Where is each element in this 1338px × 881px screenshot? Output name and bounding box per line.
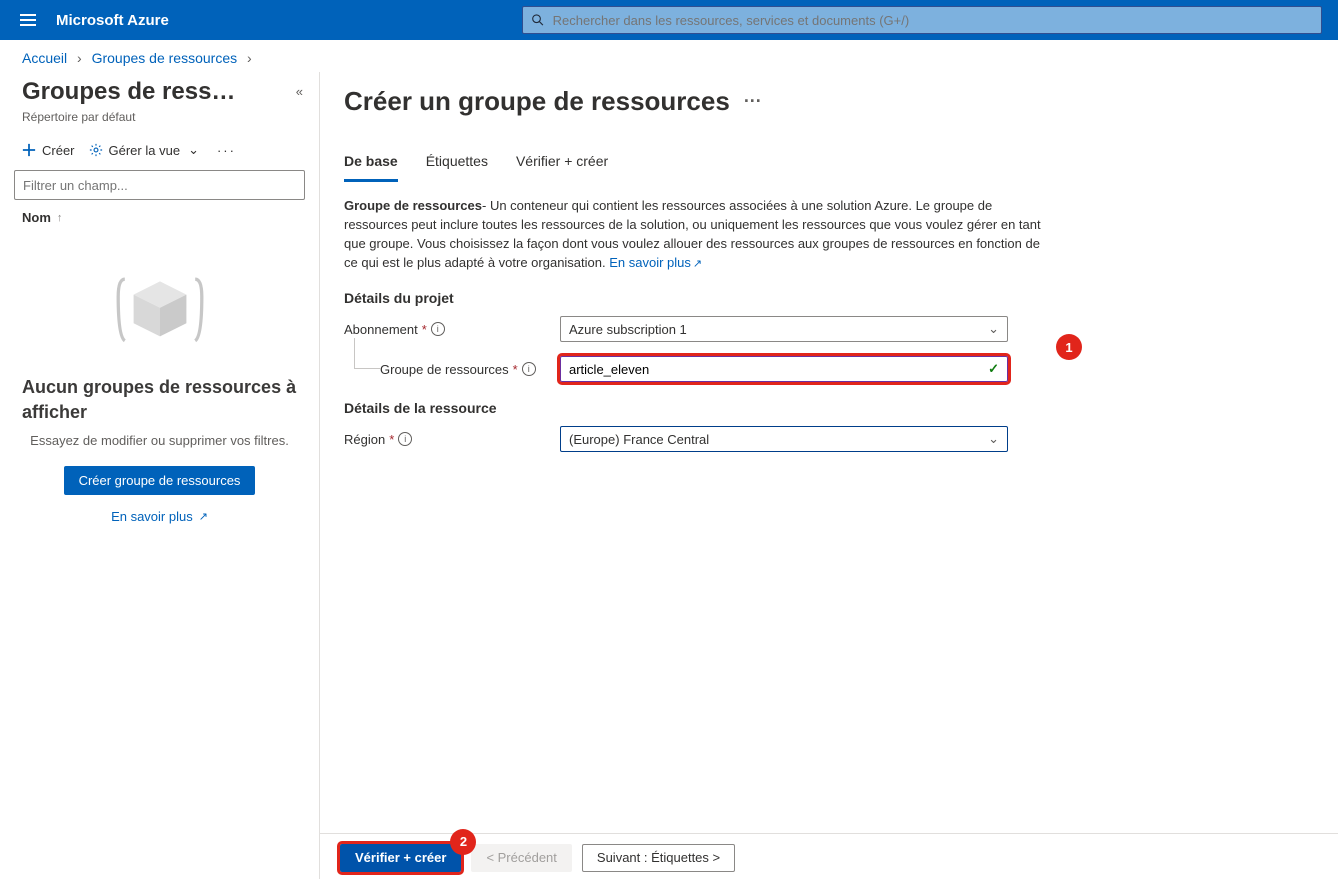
- resource-group-name-text[interactable]: [569, 362, 988, 377]
- column-header-name[interactable]: Nom ↑: [0, 200, 319, 235]
- tab-basics[interactable]: De base: [344, 147, 398, 182]
- blade-toolbar: Créer Gérer la vue ⌄ ···: [0, 134, 319, 170]
- external-link-icon: ↗: [693, 258, 702, 270]
- empty-title: Aucun groupes de ressources à afficher: [18, 375, 301, 425]
- callout-badge-2: 2: [450, 829, 476, 855]
- create-label: Créer: [42, 143, 75, 158]
- info-icon[interactable]: i: [431, 322, 445, 336]
- search-icon: [531, 13, 545, 27]
- brand-title[interactable]: Microsoft Azure: [56, 12, 169, 29]
- top-header: Microsoft Azure: [0, 0, 1338, 40]
- label-region: Région * i: [344, 432, 560, 447]
- section-resource-details: Détails de la ressource: [344, 400, 1314, 416]
- page-title: Créer un groupe de ressources: [344, 86, 730, 117]
- required-asterisk: *: [389, 432, 394, 447]
- collapse-blade-button[interactable]: «: [290, 78, 309, 105]
- required-asterisk: *: [422, 322, 427, 337]
- breadcrumb: Accueil › Groupes de ressources ›: [0, 40, 1338, 72]
- chevron-down-icon: ⌄: [988, 431, 999, 447]
- empty-text: Essayez de modifier ou supprimer vos fil…: [18, 433, 301, 448]
- tab-tags[interactable]: Étiquettes: [426, 147, 488, 182]
- label-resource-group: Groupe de ressources * i: [380, 362, 560, 377]
- global-search-input[interactable]: [553, 13, 1313, 28]
- sort-icon: ↑: [57, 212, 63, 224]
- review-create-button[interactable]: Vérifier + créer: [340, 844, 461, 872]
- description-text: Groupe de ressources- Un conteneur qui c…: [344, 197, 1044, 272]
- chevron-down-icon: ⌄: [988, 321, 999, 337]
- breadcrumb-resource-groups[interactable]: Groupes de ressources: [92, 50, 238, 66]
- global-search[interactable]: [522, 6, 1322, 34]
- create-resource-group-button[interactable]: Créer groupe de ressources: [64, 466, 256, 495]
- manage-view-button[interactable]: Gérer la vue ⌄: [89, 142, 199, 158]
- previous-button: < Précédent: [471, 844, 571, 872]
- validation-check-icon: ✓: [988, 361, 999, 377]
- chevron-down-icon: ⌄: [188, 142, 199, 158]
- section-project-details: Détails du projet: [344, 290, 1314, 306]
- info-icon[interactable]: i: [522, 362, 536, 376]
- tab-review-create[interactable]: Vérifier + créer: [516, 147, 608, 182]
- tab-strip: De base Étiquettes Vérifier + créer: [344, 147, 1314, 183]
- empty-state: Aucun groupes de ressources à afficher E…: [0, 235, 319, 524]
- breadcrumb-home[interactable]: Accueil: [22, 50, 67, 66]
- info-icon[interactable]: i: [398, 432, 412, 446]
- callout-badge-1: 1: [1056, 334, 1082, 360]
- chevron-right-icon: ›: [77, 50, 82, 66]
- chevron-right-icon: ›: [247, 50, 252, 66]
- manage-view-label: Gérer la vue: [109, 143, 181, 158]
- gear-icon: [89, 143, 103, 157]
- label-subscription: Abonnement * i: [344, 322, 560, 337]
- required-asterisk: *: [513, 362, 518, 377]
- subscription-dropdown[interactable]: Azure subscription 1 ⌄: [560, 316, 1008, 342]
- resource-group-name-input[interactable]: ✓: [560, 356, 1008, 382]
- learn-more-link[interactable]: En savoir plus↗: [609, 255, 702, 270]
- blade-subtitle: Répertoire par défaut: [0, 106, 319, 134]
- plus-icon: [22, 143, 36, 157]
- region-dropdown[interactable]: (Europe) France Central ⌄: [560, 426, 1008, 452]
- wizard-footer: Vérifier + créer 2 < Précédent Suivant :…: [320, 833, 1338, 881]
- next-button[interactable]: Suivant : Étiquettes >: [582, 844, 735, 872]
- empty-illustration-icon: [105, 265, 215, 355]
- blade-create-resource-group: Créer un groupe de ressources ··· De bas…: [320, 72, 1338, 879]
- blade-resource-groups: Groupes de ressou… « Répertoire par défa…: [0, 72, 320, 879]
- filter-input[interactable]: [14, 170, 305, 200]
- region-value: (Europe) France Central: [569, 432, 709, 447]
- subscription-value: Azure subscription 1: [569, 322, 687, 337]
- more-actions-button[interactable]: ···: [744, 91, 762, 112]
- external-link-icon: ↗: [199, 510, 208, 523]
- blade-title: Groupes de ressou…: [22, 78, 242, 106]
- hamburger-menu[interactable]: [8, 0, 48, 40]
- learn-more-link[interactable]: En savoir plus ↗: [111, 509, 208, 524]
- create-button[interactable]: Créer: [22, 143, 75, 158]
- more-actions-button[interactable]: ···: [213, 143, 240, 158]
